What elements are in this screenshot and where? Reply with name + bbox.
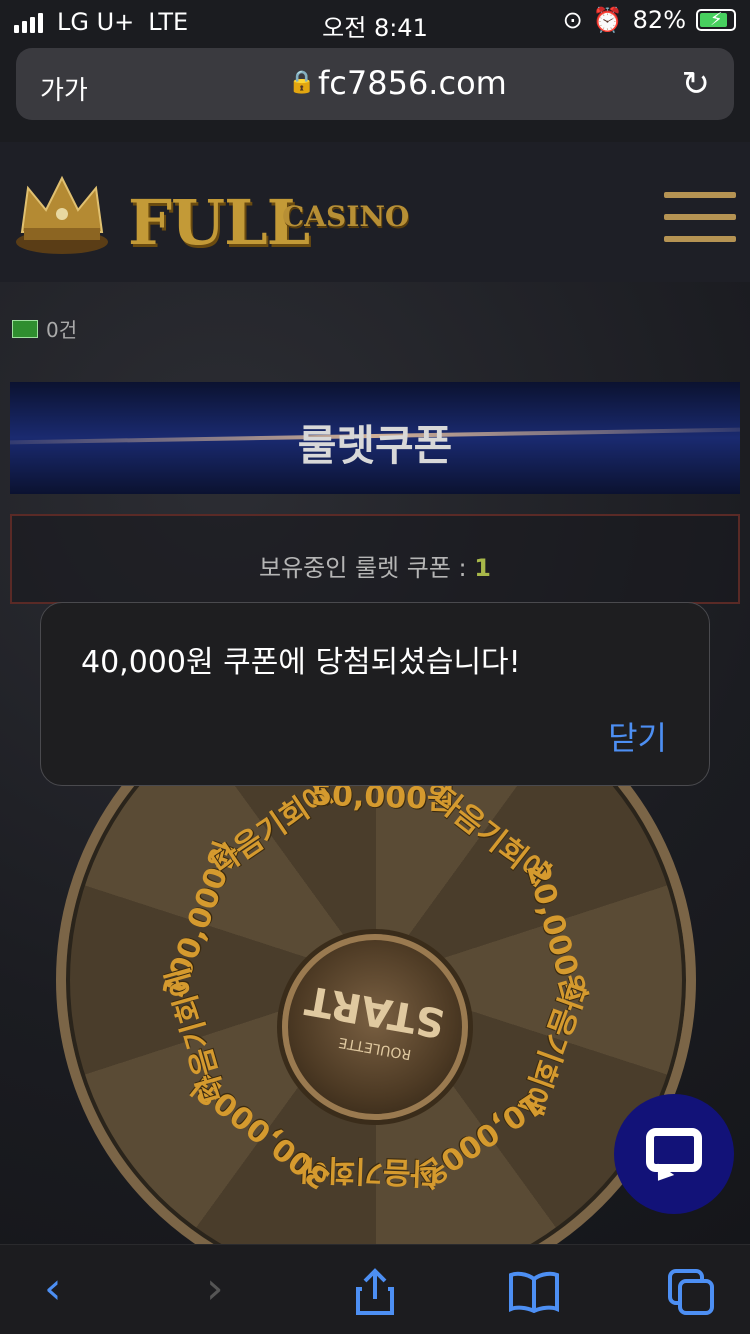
battery-icon: ⚡	[696, 9, 736, 31]
orientation-lock-icon: ⊙	[562, 6, 583, 34]
alarm-icon: ⏰	[592, 6, 623, 34]
chat-bubble-icon	[646, 1128, 702, 1172]
back-icon[interactable]: ‹	[44, 1263, 62, 1314]
roulette-start-button[interactable]: START ROULETTE	[282, 934, 468, 1120]
alert-message: 40,000원 쿠폰에 당첨되셨습니다!	[81, 645, 521, 680]
envelope-icon	[12, 319, 38, 338]
charging-icon: ⚡	[710, 9, 723, 30]
logo-subtext: CASINO	[282, 200, 410, 233]
browser-chrome: 가가 🔒 fc7856.com ↻	[0, 42, 750, 142]
message-count: 0건	[46, 318, 78, 342]
lock-icon: 🔒	[288, 70, 316, 95]
status-right: ⊙ ⏰ 82% ⚡	[563, 6, 736, 34]
share-icon[interactable]	[354, 1267, 396, 1317]
browser-toolbar: ‹ ›	[0, 1244, 750, 1334]
close-button[interactable]: 닫기	[608, 713, 667, 759]
page-title: 룰렛쿠폰	[297, 421, 453, 470]
battery-percent: 82%	[632, 6, 686, 34]
chat-button[interactable]	[614, 1094, 734, 1214]
page-banner: 룰렛쿠폰	[10, 382, 740, 494]
coupon-balance: 보유중인 룰렛 쿠폰 : 1	[10, 514, 740, 604]
tabs-icon[interactable]	[666, 1267, 716, 1317]
message-indicator[interactable]: 0건	[12, 314, 77, 343]
alert-dialog: 40,000원 쿠폰에 당첨되셨습니다! 닫기	[40, 602, 710, 786]
status-bar: LG U+ LTE 오전 8:41 ⊙ ⏰ 82% ⚡	[0, 0, 750, 42]
url-text[interactable]: fc7856.com	[318, 64, 507, 102]
reload-icon[interactable]: ↻	[682, 64, 711, 104]
menu-icon[interactable]	[664, 192, 736, 246]
crown-logo-icon[interactable]	[14, 170, 110, 256]
site-header: FULL CASINO	[0, 142, 750, 282]
text-size-button[interactable]: 가가	[40, 70, 88, 107]
forward-icon[interactable]: ›	[206, 1263, 224, 1314]
bookmarks-icon[interactable]	[508, 1271, 560, 1313]
coupon-count: 1	[474, 554, 491, 582]
coupon-label: 보유중인 룰렛 쿠폰 :	[259, 554, 475, 582]
address-bar[interactable]: 가가 🔒 fc7856.com ↻	[16, 48, 734, 120]
